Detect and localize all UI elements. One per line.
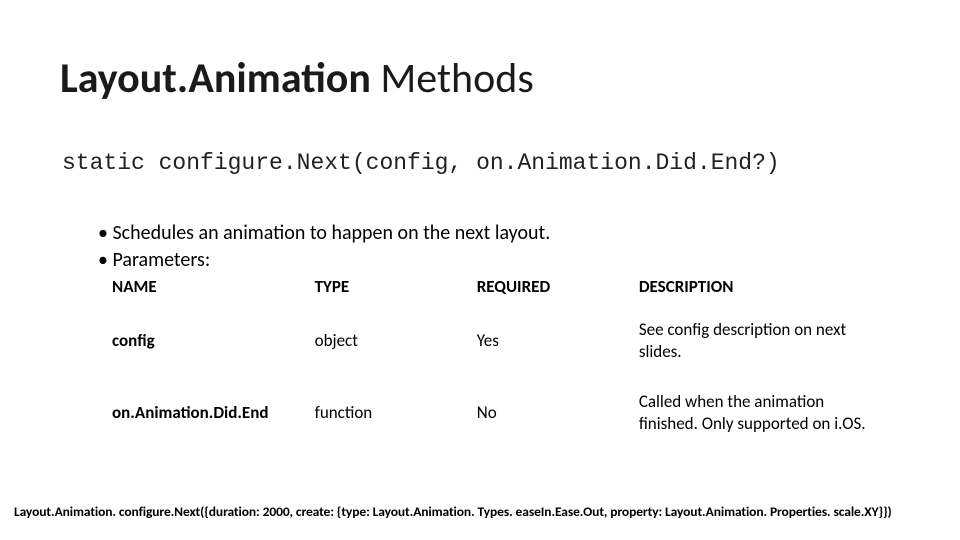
bullet-item: Schedules an animation to happen on the … [98,220,550,247]
param-required: No [477,377,639,449]
table-row: on.Animation.Did.End function No Called … [112,377,882,449]
bullet-list: Schedules an animation to happen on the … [98,220,550,274]
col-header-required: REQUIRED [477,272,639,305]
param-type: object [315,305,477,377]
col-header-description: DESCRIPTION [639,272,882,305]
parameters-table: NAME TYPE REQUIRED DESCRIPTION config ob… [112,272,882,449]
bullet-item: Parameters: [98,247,550,274]
param-name: on.Animation.Did.End [112,377,315,449]
col-header-name: NAME [112,272,315,305]
table-header-row: NAME TYPE REQUIRED DESCRIPTION [112,272,882,305]
page-title: Layout.Animation Methods [60,58,534,100]
param-required: Yes [477,305,639,377]
param-description: See config description on next slides. [639,305,882,377]
col-header-type: TYPE [315,272,477,305]
param-description: Called when the animation finished. Only… [639,377,882,449]
footer-code-sample: Layout.Animation. configure.Next({durati… [14,503,946,520]
title-bold: Layout.Animation [60,53,371,104]
param-type: function [315,377,477,449]
table-row: config object Yes See config description… [112,305,882,377]
slide: Layout.Animation Methods static configur… [0,0,960,540]
title-light: Methods [371,53,534,104]
method-signature: static configure.Next(config, on.Animati… [62,150,780,176]
param-name: config [112,305,315,377]
